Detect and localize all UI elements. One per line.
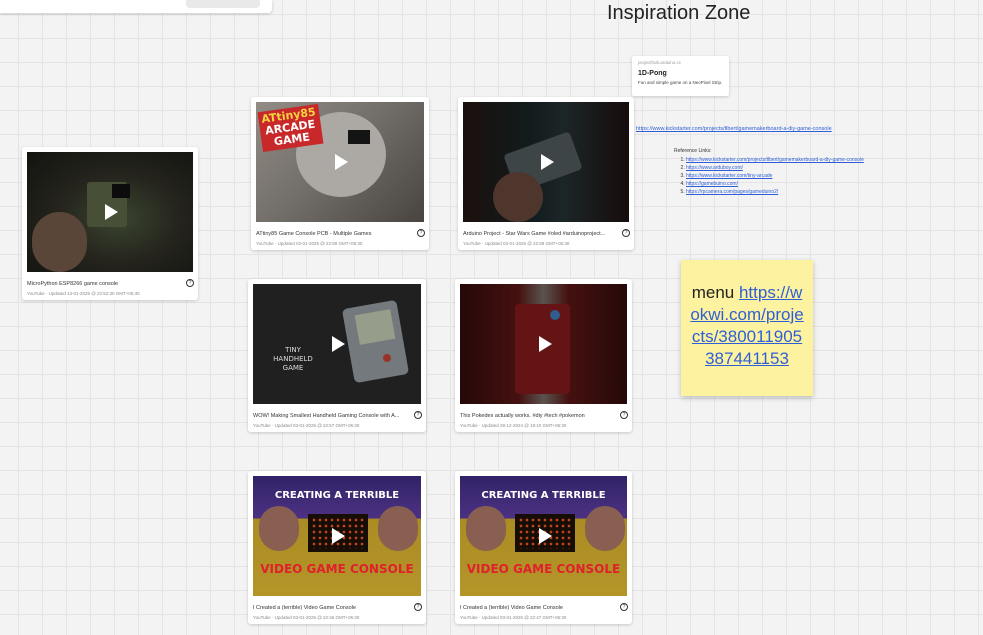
reference-link[interactable]: https://www.kickstarter.com/projects/tlb… <box>686 156 864 164</box>
reference-link[interactable]: https://gamebuino.com/ <box>686 180 738 188</box>
link-source: projecthub.arduino.cc <box>638 60 682 65</box>
thumb-text: GAME <box>282 364 304 372</box>
video-thumbnail[interactable]: ATtiny85 ARCADE GAME <box>256 102 424 222</box>
help-icon[interactable]: ? <box>186 279 194 287</box>
video-card[interactable]: TINY HANDHELD GAME WOW! Making Smallest … <box>248 279 426 432</box>
reference-link[interactable]: https://rpcamera.com/pages/gameduino2/ <box>686 188 778 196</box>
video-meta: YouTube · Updated 28-12-2024 @ 19:10 GMT… <box>460 423 567 428</box>
link-description: Fun and simple game on a NeoPixel Strip. <box>638 80 723 85</box>
link-title: 1D-Pong <box>638 70 667 77</box>
help-icon[interactable]: ? <box>620 411 628 419</box>
video-title: MicroPython ESP8266 game console <box>27 281 119 287</box>
video-thumbnail[interactable] <box>463 102 629 222</box>
play-icon[interactable] <box>541 154 554 170</box>
top-toolbar <box>0 0 272 13</box>
play-icon[interactable] <box>538 528 552 544</box>
play-icon[interactable] <box>332 528 345 544</box>
video-meta: YouTube · Updated 13-01-2025 @ 22:52:30 … <box>27 291 140 296</box>
help-icon[interactable]: ? <box>620 603 628 611</box>
video-thumbnail[interactable]: CREATING A TERRIBLE VIDEO GAME CONSOLE <box>253 476 421 596</box>
url-link[interactable]: https://www.kickstarter.com/projects/tlb… <box>636 126 832 132</box>
sticky-note[interactable]: menu https://wokwi.com/projects/38001190… <box>681 260 813 396</box>
thumb-text: HANDHELD <box>273 355 313 363</box>
help-icon[interactable]: ? <box>414 603 422 611</box>
thumb-text: CREATING A TERRIBLE <box>274 490 400 501</box>
video-title: I Created a (terrible) Video Game Consol… <box>253 605 356 611</box>
video-card[interactable]: CREATING A TERRIBLE VIDEO GAME CONSOLE I… <box>455 471 632 624</box>
video-title: Arduino Project - Star Wars Game #oled #… <box>463 231 606 237</box>
sticky-label: menu <box>691 283 735 302</box>
video-meta: YouTube · Updated 03-01-2025 @ 22:46 GMT… <box>253 615 360 620</box>
play-icon[interactable] <box>332 336 345 352</box>
play-icon[interactable] <box>335 154 348 170</box>
help-icon[interactable]: ? <box>622 229 630 237</box>
video-card[interactable]: MicroPython ESP8266 game console YouTube… <box>22 147 198 300</box>
video-meta: YouTube · Updated 03-01-2025 @ 22:58 GMT… <box>463 241 570 246</box>
help-icon[interactable]: ? <box>417 229 425 237</box>
video-thumbnail[interactable] <box>27 152 193 272</box>
reference-link[interactable]: https://www.kickstarter.com/tiny-arcade <box>686 172 772 180</box>
play-icon[interactable] <box>105 204 118 220</box>
video-card[interactable]: Arduino Project - Star Wars Game #oled #… <box>458 97 634 250</box>
video-meta: YouTube · Updated 03-01-2025 @ 22:47 GMT… <box>460 615 567 620</box>
reference-title: Reference Links: <box>674 148 712 154</box>
video-thumbnail[interactable]: CREATING A TERRIBLE VIDEO GAME CONSOLE <box>460 476 627 596</box>
video-meta: YouTube · Updated 03-01-2025 @ 22:59 GMT… <box>256 241 363 246</box>
video-card[interactable]: ATtiny85 ARCADE GAME ATtiny85 Game Conso… <box>251 97 429 250</box>
video-card[interactable]: This Pokedex actually works. #diy #tech … <box>455 279 632 432</box>
frame-title: Inspiration Zone <box>607 2 751 24</box>
video-title: WOW! Making Smallest Handheld Gaming Con… <box>253 413 400 419</box>
reference-link[interactable]: https://www.arduboy.com/ <box>686 164 743 172</box>
video-meta: YouTube · Updated 03-01-2025 @ 22:57 GMT… <box>253 423 360 428</box>
thumb-text: CREATING A TERRIBLE <box>481 490 606 501</box>
thumb-text: VIDEO GAME CONSOLE <box>466 562 621 576</box>
toolbar-button[interactable] <box>186 0 260 8</box>
video-thumbnail[interactable] <box>460 284 627 404</box>
reference-links: Reference Links: https://www.kickstarter… <box>674 148 864 196</box>
video-title: I Created a (terrible) Video Game Consol… <box>460 605 563 611</box>
video-thumbnail[interactable]: TINY HANDHELD GAME <box>253 284 421 404</box>
play-icon[interactable] <box>538 336 552 352</box>
thumb-text: VIDEO GAME CONSOLE <box>260 562 414 576</box>
thumb-text: TINY <box>285 346 301 354</box>
url-text[interactable]: https://www.kickstarter.com/projects/tlb… <box>636 126 832 132</box>
video-title: This Pokedex actually works. #diy #tech … <box>460 413 585 419</box>
video-title: ATtiny85 Game Console PCB - Multiple Gam… <box>256 231 372 237</box>
link-preview-card[interactable]: projecthub.arduino.cc 1D-Pong Fun and si… <box>632 56 729 96</box>
video-card[interactable]: CREATING A TERRIBLE VIDEO GAME CONSOLE I… <box>248 471 426 624</box>
help-icon[interactable]: ? <box>414 411 422 419</box>
